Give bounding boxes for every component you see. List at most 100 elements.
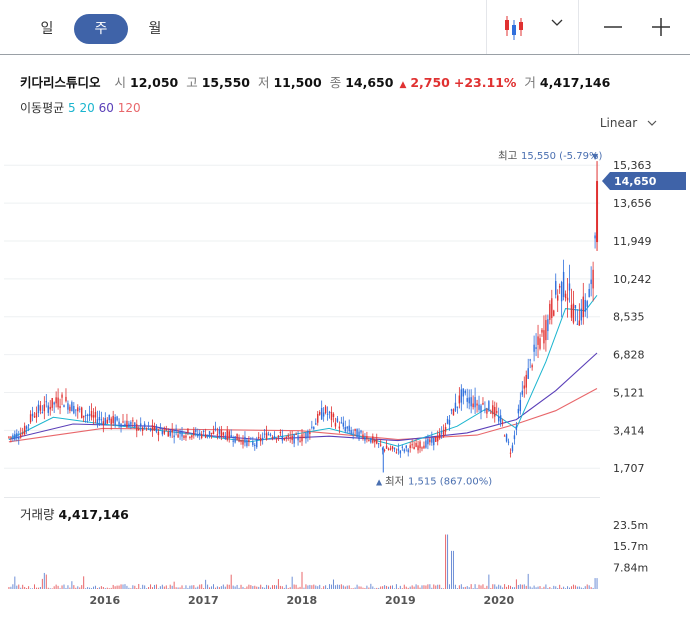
candle-body [513, 435, 516, 440]
candle-body [525, 374, 527, 388]
candle-body [73, 405, 75, 414]
candle-body [413, 446, 415, 450]
zoom-in-icon[interactable] [651, 17, 671, 37]
candle-body [33, 416, 36, 418]
volume-bar [555, 586, 557, 589]
candle-body [328, 411, 331, 414]
candle-body [51, 398, 53, 408]
volume-bar [537, 586, 539, 589]
current-price-label: 14,650 [614, 175, 657, 188]
candle-body [360, 430, 362, 433]
volume-bar [521, 584, 523, 589]
latest-candle-body [596, 181, 599, 243]
volume-bar [93, 586, 95, 589]
ma-60-label: 60 [98, 101, 114, 115]
candle-body [429, 439, 431, 443]
candle-body [431, 437, 433, 443]
candle-body [338, 426, 341, 429]
volume-bar [356, 584, 358, 589]
volume-bar [325, 585, 327, 589]
candle-body [521, 390, 524, 395]
candle-body [344, 427, 346, 432]
moving-average-legend: 이동평균 5 20 60 120 [20, 99, 141, 116]
candle-body [240, 439, 242, 443]
volume-bar [291, 576, 293, 589]
candle-body [401, 446, 404, 448]
volume-bar [67, 585, 69, 589]
candle-body [480, 405, 482, 413]
candle-body [47, 405, 49, 413]
volume-bar [332, 579, 334, 589]
volume-bar [452, 550, 454, 589]
period-week-tab[interactable]: 주 [74, 14, 128, 44]
volume-bar [584, 586, 586, 589]
scale-mode-select[interactable]: Linear [600, 116, 657, 130]
candle-body [515, 425, 518, 430]
candle-body [275, 438, 278, 440]
candle-body [145, 428, 148, 430]
candle-body [63, 405, 65, 408]
volume-bar [248, 584, 250, 589]
candle-body [29, 414, 32, 423]
volume-bar [307, 585, 309, 589]
volume-bar [557, 588, 559, 589]
candle-body [560, 282, 563, 302]
volume-bar [262, 587, 264, 589]
volume-bar [299, 586, 301, 589]
chevron-down-icon[interactable] [550, 18, 564, 28]
candle-body [362, 434, 364, 438]
volume-bar [399, 585, 401, 589]
up-triangle-icon: ▲ [399, 80, 407, 90]
volume-chart[interactable]: 23.5m 15.7m 7.84m 2016 2017 2018 2019 2020 [0, 500, 690, 632]
candle-body [568, 283, 571, 291]
volume-bar [578, 586, 580, 589]
volume-bar [73, 585, 75, 589]
candle-body [18, 437, 20, 439]
year-tick-label: 2018 [287, 594, 318, 607]
volume-bar [132, 585, 134, 589]
volume-bar [153, 584, 155, 589]
candle-body [23, 425, 26, 435]
volume-bar [511, 587, 513, 589]
volume-bar [273, 585, 275, 589]
candle-body [460, 389, 463, 403]
volume-bar [533, 585, 535, 589]
volume-bar [28, 586, 30, 589]
volume-bar [476, 587, 478, 589]
candlestick-chart-type-icon[interactable] [500, 12, 532, 42]
volume-bar [565, 588, 567, 589]
volume-bar [358, 586, 360, 589]
candle-body [185, 435, 187, 438]
volume-bar [413, 586, 415, 589]
volume-tick-label: 7.84m [613, 562, 648, 575]
candle-body [330, 411, 333, 421]
candle-body [326, 413, 329, 415]
period-month-tab[interactable]: 월 [130, 14, 180, 44]
candle-body [580, 308, 583, 321]
candle-body [14, 433, 16, 440]
period-day-tab[interactable]: 일 [22, 14, 72, 44]
volume-bar [104, 588, 106, 589]
high-marker-label: 15,550 (-5.79%) [521, 151, 602, 162]
volume-bar [18, 584, 20, 589]
year-tick-label: 2019 [385, 594, 416, 607]
candle-body [140, 423, 142, 427]
price-chart[interactable]: 15,363 13,656 11,949 10,242 8,535 6,828 5,121 3… [0, 140, 690, 495]
candle-body [529, 359, 531, 361]
candle-body [322, 412, 325, 417]
candle-body [433, 437, 435, 446]
candle-body [224, 435, 226, 439]
candle-body [435, 437, 437, 442]
candle-body [474, 397, 476, 408]
ma-5-label: 5 [68, 101, 76, 115]
volume-bar [531, 587, 533, 589]
candle-body [234, 436, 236, 443]
year-tick-label: 2020 [484, 594, 515, 607]
toolbar-divider [486, 0, 487, 54]
volume-bar [401, 588, 403, 589]
volume-bar [470, 584, 472, 589]
volume-bar [460, 584, 462, 589]
volume-bar [366, 585, 368, 589]
candle-body [179, 431, 181, 435]
zoom-out-icon[interactable] [603, 17, 623, 37]
